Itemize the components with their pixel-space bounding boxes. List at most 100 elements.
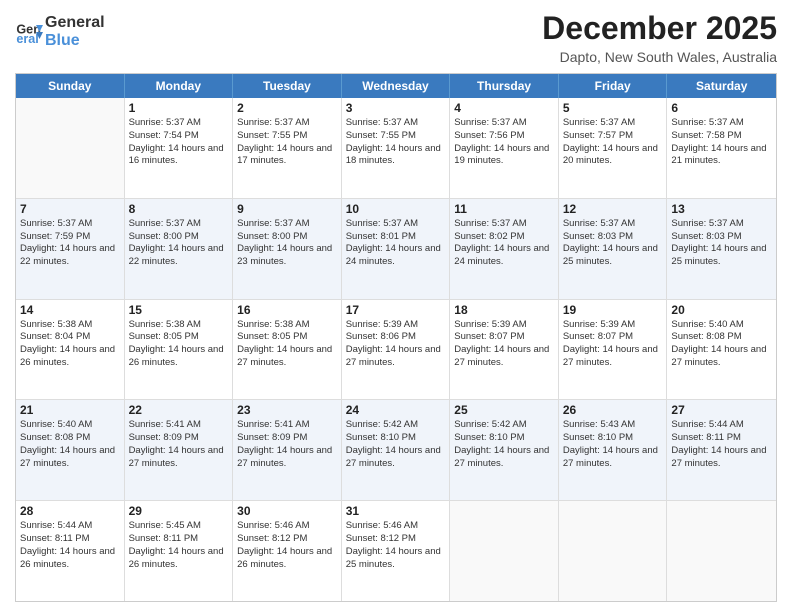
cal-cell: 29 Sunrise: 5:45 AM Sunset: 8:11 PM Dayli…: [125, 501, 234, 601]
day-info: Sunrise: 5:37 AM Sunset: 8:01 PM Dayligh…: [346, 218, 446, 269]
day-info: Sunrise: 5:40 AM Sunset: 8:08 PM Dayligh…: [20, 419, 120, 470]
cal-header-cell-saturday: Saturday: [667, 74, 776, 98]
cal-cell: 27Sunrise: 5:44 AM Sunset: 8:11 PM Dayli…: [667, 400, 776, 500]
cal-cell: 1 Sunrise: 5:37 AM Sunset: 7:54 PM Daylig…: [125, 98, 234, 198]
day-info: Sunrise: 5:37 AM Sunset: 7:54 PM Dayligh…: [129, 117, 229, 168]
day-info: Sunrise: 5:46 AM Sunset: 8:12 PM Dayligh…: [346, 520, 446, 571]
cal-cell: 5Sunrise: 5:37 AM Sunset: 7:57 PM Daylig…: [559, 98, 668, 198]
day-info: Sunrise: 5:44 AM Sunset: 8:11 PM Dayligh…: [20, 520, 120, 571]
day-info: Sunrise: 5:37 AM Sunset: 7:55 PM Dayligh…: [237, 117, 337, 168]
day-number: 8: [129, 202, 229, 216]
cal-cell: 20Sunrise: 5:40 AM Sunset: 8:08 PM Dayli…: [667, 300, 776, 400]
day-info: Sunrise: 5:37 AM Sunset: 8:02 PM Dayligh…: [454, 218, 554, 269]
day-number: 6: [671, 101, 772, 115]
day-number: 19: [563, 303, 663, 317]
day-info: Sunrise: 5:39 AM Sunset: 8:06 PM Dayligh…: [346, 319, 446, 370]
cal-cell: 16 Sunrise: 5:38 AM Sunset: 8:05 PM Dayli…: [233, 300, 342, 400]
day-info: Sunrise: 5:37 AM Sunset: 8:00 PM Dayligh…: [237, 218, 337, 269]
day-number: 28: [20, 504, 120, 518]
day-number: 17: [346, 303, 446, 317]
cal-cell: 22 Sunrise: 5:41 AM Sunset: 8:09 PM Dayli…: [125, 400, 234, 500]
day-info: Sunrise: 5:37 AM Sunset: 7:57 PM Dayligh…: [563, 117, 663, 168]
day-info: Sunrise: 5:37 AM Sunset: 7:59 PM Dayligh…: [20, 218, 120, 269]
day-info: Sunrise: 5:42 AM Sunset: 8:10 PM Dayligh…: [346, 419, 446, 470]
calendar-header-row: SundayMondayTuesdayWednesdayThursdayFrid…: [16, 74, 776, 98]
cal-cell: 25 Sunrise: 5:42 AM Sunset: 8:10 PM Dayli…: [450, 400, 559, 500]
logo-icon: Gen eral: [15, 18, 43, 46]
day-info: Sunrise: 5:46 AM Sunset: 8:12 PM Dayligh…: [237, 520, 337, 571]
day-number: 27: [671, 403, 772, 417]
day-number: 25: [454, 403, 554, 417]
cal-cell: 2 Sunrise: 5:37 AM Sunset: 7:55 PM Daylig…: [233, 98, 342, 198]
day-number: 22: [129, 403, 229, 417]
day-info: Sunrise: 5:38 AM Sunset: 8:05 PM Dayligh…: [129, 319, 229, 370]
day-number: 16: [237, 303, 337, 317]
cal-cell: [559, 501, 668, 601]
day-number: 1: [129, 101, 229, 115]
svg-text:eral: eral: [16, 32, 38, 46]
day-number: 18: [454, 303, 554, 317]
day-info: Sunrise: 5:37 AM Sunset: 7:56 PM Dayligh…: [454, 117, 554, 168]
cal-header-cell-thursday: Thursday: [450, 74, 559, 98]
cal-cell: 10 Sunrise: 5:37 AM Sunset: 8:01 PM Dayli…: [342, 199, 451, 299]
cal-week-1: 1 Sunrise: 5:37 AM Sunset: 7:54 PM Daylig…: [16, 98, 776, 199]
logo: Gen eral General Blue: [15, 14, 105, 49]
day-number: 10: [346, 202, 446, 216]
header: Gen eral General Blue December 2025 Dapt…: [15, 10, 777, 65]
cal-cell: 13Sunrise: 5:37 AM Sunset: 8:03 PM Dayli…: [667, 199, 776, 299]
day-number: 15: [129, 303, 229, 317]
cal-cell: 14 Sunrise: 5:38 AM Sunset: 8:04 PM Dayli…: [16, 300, 125, 400]
cal-week-5: 28 Sunrise: 5:44 AM Sunset: 8:11 PM Dayli…: [16, 501, 776, 601]
day-info: Sunrise: 5:42 AM Sunset: 8:10 PM Dayligh…: [454, 419, 554, 470]
day-number: 31: [346, 504, 446, 518]
cal-cell: [450, 501, 559, 601]
day-number: 14: [20, 303, 120, 317]
day-number: 2: [237, 101, 337, 115]
cal-header-cell-tuesday: Tuesday: [233, 74, 342, 98]
day-info: Sunrise: 5:37 AM Sunset: 7:58 PM Dayligh…: [671, 117, 772, 168]
page: Gen eral General Blue December 2025 Dapt…: [0, 0, 792, 612]
day-number: 24: [346, 403, 446, 417]
day-number: 23: [237, 403, 337, 417]
day-info: Sunrise: 5:39 AM Sunset: 8:07 PM Dayligh…: [563, 319, 663, 370]
day-info: Sunrise: 5:43 AM Sunset: 8:10 PM Dayligh…: [563, 419, 663, 470]
cal-cell: 12Sunrise: 5:37 AM Sunset: 8:03 PM Dayli…: [559, 199, 668, 299]
day-number: 9: [237, 202, 337, 216]
cal-cell: 26 Sunrise: 5:43 AM Sunset: 8:10 PM Dayli…: [559, 400, 668, 500]
cal-cell: 24 Sunrise: 5:42 AM Sunset: 8:10 PM Dayli…: [342, 400, 451, 500]
cal-cell: [16, 98, 125, 198]
cal-header-cell-friday: Friday: [559, 74, 668, 98]
cal-cell: 19 Sunrise: 5:39 AM Sunset: 8:07 PM Dayli…: [559, 300, 668, 400]
cal-cell: 7 Sunrise: 5:37 AM Sunset: 7:59 PM Daylig…: [16, 199, 125, 299]
day-number: 13: [671, 202, 772, 216]
calendar-body: 1 Sunrise: 5:37 AM Sunset: 7:54 PM Daylig…: [16, 98, 776, 601]
cal-cell: [667, 501, 776, 601]
day-info: Sunrise: 5:41 AM Sunset: 8:09 PM Dayligh…: [129, 419, 229, 470]
day-info: Sunrise: 5:40 AM Sunset: 8:08 PM Dayligh…: [671, 319, 772, 370]
day-number: 11: [454, 202, 554, 216]
cal-cell: 4Sunrise: 5:37 AM Sunset: 7:56 PM Daylig…: [450, 98, 559, 198]
cal-week-2: 7 Sunrise: 5:37 AM Sunset: 7:59 PM Daylig…: [16, 199, 776, 300]
day-number: 7: [20, 202, 120, 216]
cal-header-cell-wednesday: Wednesday: [342, 74, 451, 98]
day-info: Sunrise: 5:37 AM Sunset: 8:03 PM Dayligh…: [563, 218, 663, 269]
cal-cell: 30 Sunrise: 5:46 AM Sunset: 8:12 PM Dayli…: [233, 501, 342, 601]
day-info: Sunrise: 5:45 AM Sunset: 8:11 PM Dayligh…: [129, 520, 229, 571]
cal-cell: 28 Sunrise: 5:44 AM Sunset: 8:11 PM Dayli…: [16, 501, 125, 601]
day-number: 29: [129, 504, 229, 518]
cal-cell: 8 Sunrise: 5:37 AM Sunset: 8:00 PM Daylig…: [125, 199, 234, 299]
day-info: Sunrise: 5:38 AM Sunset: 8:05 PM Dayligh…: [237, 319, 337, 370]
day-number: 3: [346, 101, 446, 115]
cal-cell: 18 Sunrise: 5:39 AM Sunset: 8:07 PM Dayli…: [450, 300, 559, 400]
day-info: Sunrise: 5:37 AM Sunset: 8:00 PM Dayligh…: [129, 218, 229, 269]
cal-header-cell-sunday: Sunday: [16, 74, 125, 98]
day-number: 21: [20, 403, 120, 417]
day-info: Sunrise: 5:39 AM Sunset: 8:07 PM Dayligh…: [454, 319, 554, 370]
cal-cell: 21 Sunrise: 5:40 AM Sunset: 8:08 PM Dayli…: [16, 400, 125, 500]
cal-week-3: 14 Sunrise: 5:38 AM Sunset: 8:04 PM Dayli…: [16, 300, 776, 401]
cal-cell: 3Sunrise: 5:37 AM Sunset: 7:55 PM Daylig…: [342, 98, 451, 198]
day-info: Sunrise: 5:38 AM Sunset: 8:04 PM Dayligh…: [20, 319, 120, 370]
day-number: 26: [563, 403, 663, 417]
cal-cell: 6 Sunrise: 5:37 AM Sunset: 7:58 PM Daylig…: [667, 98, 776, 198]
day-number: 30: [237, 504, 337, 518]
